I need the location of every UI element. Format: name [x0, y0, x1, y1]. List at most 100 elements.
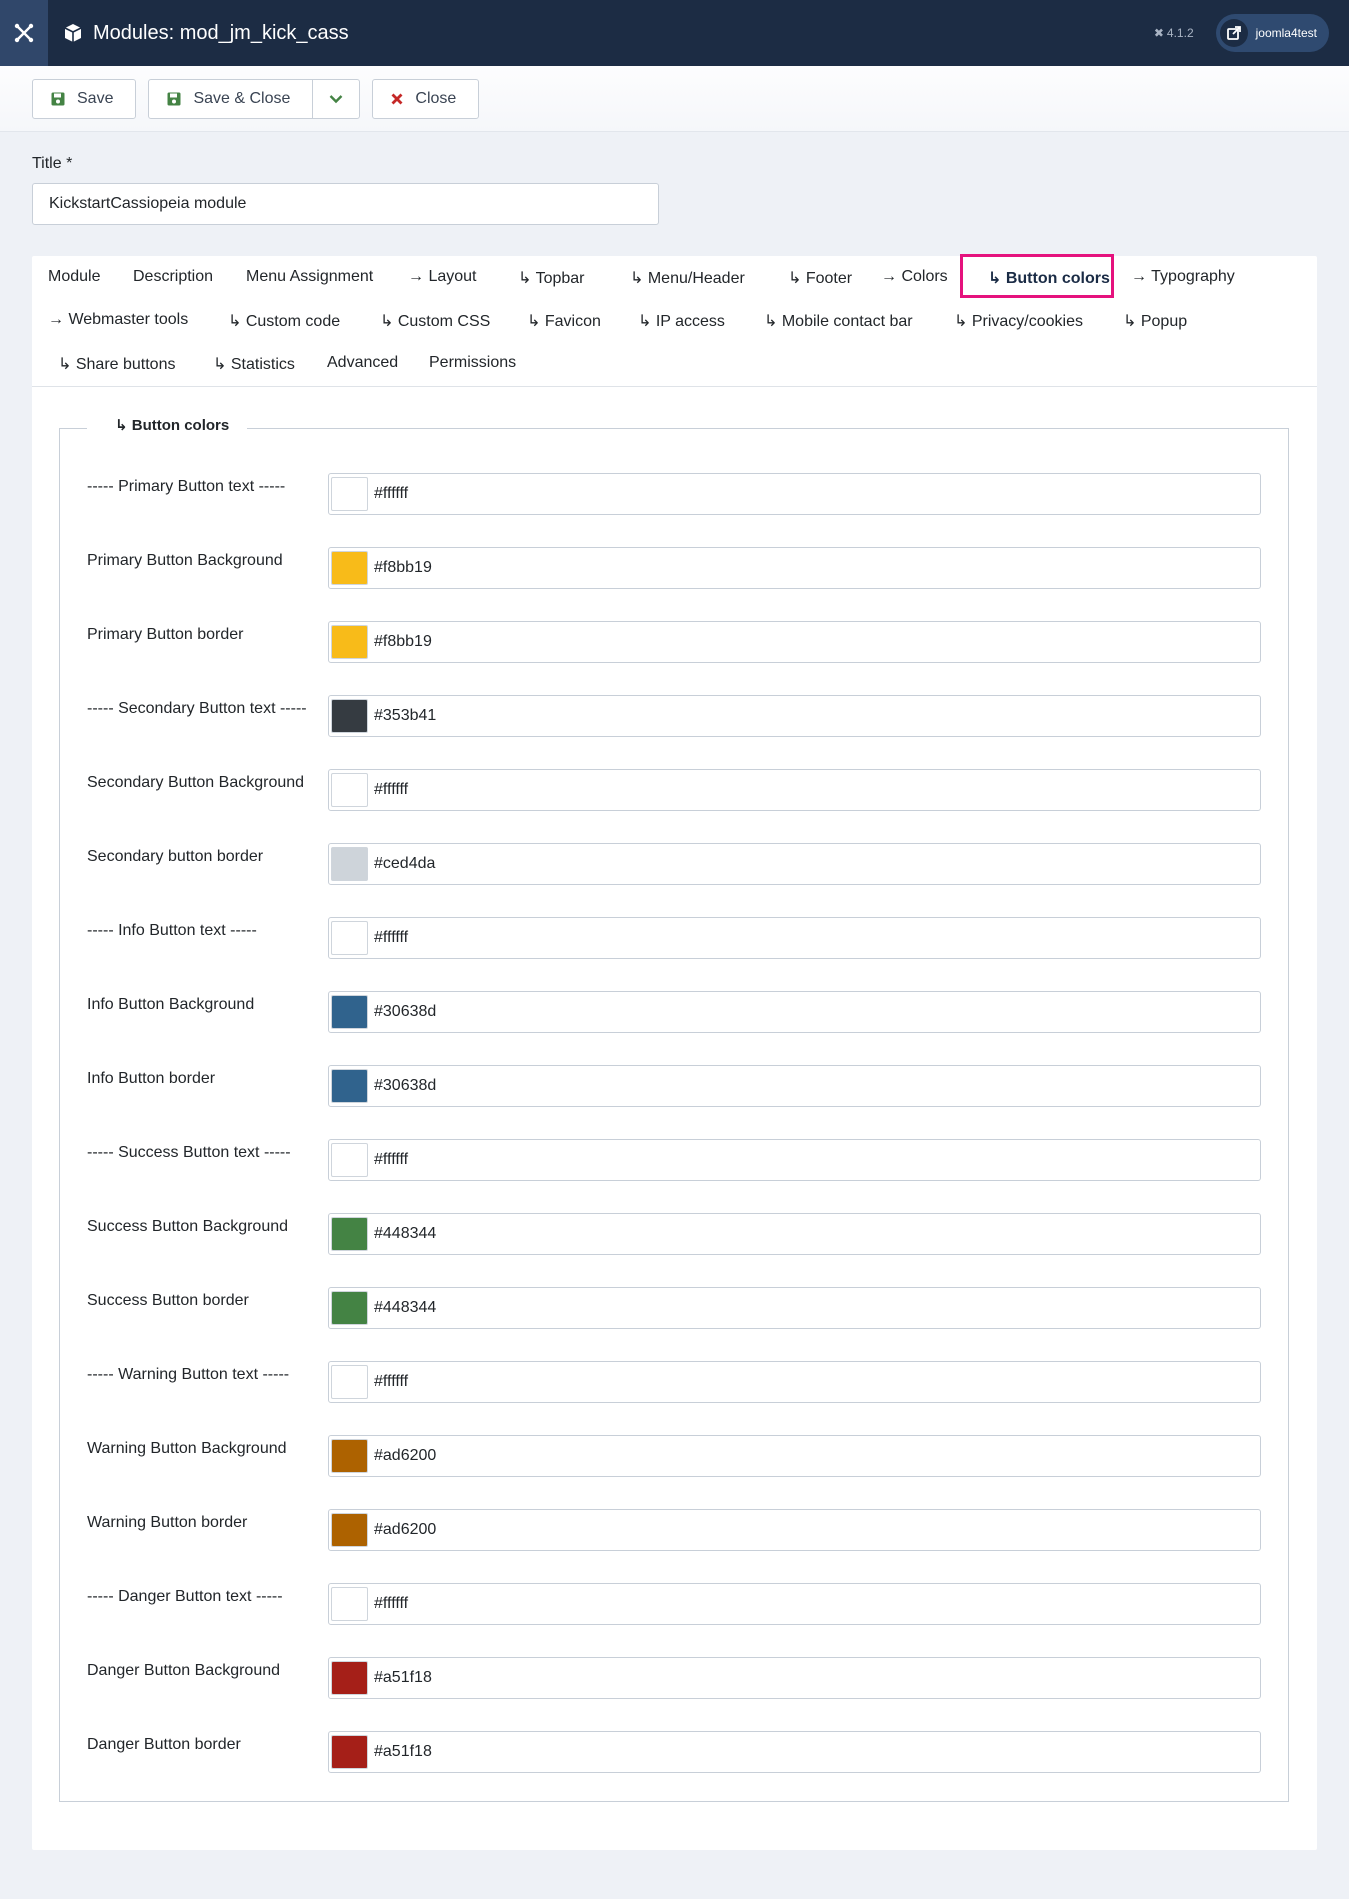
tab-custom-css[interactable]: ↳ Custom CSS [380, 311, 490, 331]
floppy-icon [33, 92, 77, 106]
color-field-row: Success Button Background #448344 [60, 1213, 1290, 1257]
tab-privacy-cookies[interactable]: ↳ Privacy/cookies [954, 311, 1083, 331]
chevron-down-icon[interactable] [313, 80, 359, 118]
color-input[interactable]: #30638d [328, 1065, 1261, 1107]
color-hex-value: #ffffff [374, 1595, 409, 1612]
color-swatch[interactable] [331, 551, 368, 585]
save-button[interactable]: Save [32, 78, 137, 119]
cube-icon [64, 24, 82, 42]
color-field-row: ----- Secondary Button text ----- #353b41 [60, 695, 1290, 739]
color-input[interactable]: #a51f18 [328, 1657, 1261, 1699]
color-field-label: Secondary Button Background [87, 774, 305, 791]
color-hex-value: #ced4da [374, 855, 436, 872]
color-field-row: Warning Button Background #ad6200 [60, 1435, 1290, 1479]
color-swatch[interactable] [331, 1735, 368, 1769]
color-field-row: Info Button Background #30638d [60, 991, 1290, 1035]
title-input[interactable]: KickstartCassiopeia module [32, 183, 659, 225]
color-input[interactable]: #ffffff [328, 1361, 1261, 1403]
color-swatch[interactable] [331, 921, 368, 955]
color-input[interactable]: #a51f18 [328, 1731, 1261, 1773]
color-field-row: Secondary Button Background #ffffff [60, 769, 1290, 813]
color-field-label: Danger Button border [87, 1736, 241, 1753]
color-hex-value: #ffffff [374, 1373, 409, 1390]
color-field-label: Primary Button Background [87, 552, 283, 569]
color-swatch[interactable] [331, 477, 368, 511]
color-input[interactable]: #353b41 [328, 695, 1261, 737]
tab-menu-header[interactable]: ↳ Menu/Header [630, 268, 745, 288]
color-swatch[interactable] [331, 625, 368, 659]
color-swatch[interactable] [331, 699, 368, 733]
color-field-row: Danger Button border #a51f18 [60, 1731, 1290, 1775]
tab-footer[interactable]: ↳ Footer [788, 268, 852, 288]
joomla-small-icon: ✖ [1153, 26, 1164, 40]
color-swatch[interactable] [331, 847, 368, 881]
color-input[interactable]: #ced4da [328, 843, 1261, 885]
joomla-logo-icon[interactable] [0, 0, 48, 66]
color-input[interactable]: #ffffff [328, 1139, 1261, 1181]
tab-menu-assignment[interactable]: Menu Assignment [246, 268, 373, 286]
color-hex-value: #ffffff [374, 485, 409, 502]
tab-layout[interactable]: → Layout [408, 268, 476, 286]
color-swatch[interactable] [331, 1069, 368, 1103]
color-field-label: Info Button border [87, 1070, 216, 1087]
color-input[interactable]: #ffffff [328, 473, 1261, 515]
color-field-row: ----- Info Button text ----- #ffffff [60, 917, 1290, 961]
color-swatch[interactable] [331, 1439, 368, 1473]
color-field-label: ----- Danger Button text ----- [87, 1588, 283, 1605]
color-field-row: Primary Button border #f8bb19 [60, 621, 1290, 665]
color-hex-value: #f8bb19 [374, 559, 432, 576]
tab-statistics[interactable]: ↳ Statistics [213, 354, 295, 374]
color-input[interactable]: #30638d [328, 991, 1261, 1033]
color-swatch[interactable] [331, 1291, 368, 1325]
color-field-label: Warning Button Background [87, 1440, 287, 1457]
color-swatch[interactable] [331, 1365, 368, 1399]
color-swatch[interactable] [331, 1587, 368, 1621]
tab-topbar[interactable]: ↳ Topbar [518, 268, 584, 288]
tab-typography[interactable]: → Typography [1131, 268, 1235, 286]
color-field-row: ----- Primary Button text ----- #ffffff [60, 473, 1290, 517]
page-title-text: Modules: mod_jm_kick_cass [93, 21, 349, 44]
color-input[interactable]: #448344 [328, 1213, 1261, 1255]
color-input[interactable]: #f8bb19 [328, 621, 1261, 663]
tab-permissions[interactable]: Permissions [429, 354, 516, 372]
color-hex-value: #f8bb19 [374, 633, 432, 650]
color-input[interactable]: #ffffff [328, 1583, 1261, 1625]
color-swatch[interactable] [331, 1143, 368, 1177]
color-input[interactable]: #ffffff [328, 769, 1261, 811]
tab-ip-access[interactable]: ↳ IP access [638, 311, 725, 331]
title-label: Title * [32, 155, 73, 172]
user-menu-button[interactable]: joomla4test [1215, 14, 1329, 52]
color-input[interactable]: #ad6200 [328, 1435, 1261, 1477]
color-input[interactable]: #ad6200 [328, 1509, 1261, 1551]
color-swatch[interactable] [331, 1217, 368, 1251]
color-swatch[interactable] [331, 1661, 368, 1695]
tab-advanced[interactable]: Advanced [327, 354, 398, 372]
tab-module[interactable]: Module [48, 268, 100, 286]
external-link-icon [1219, 19, 1248, 47]
tab-button-colors[interactable]: ↳ Button colors [988, 268, 1110, 288]
save-label: Save [77, 89, 114, 107]
color-swatch[interactable] [331, 995, 368, 1029]
color-hex-value: #ffffff [374, 929, 409, 946]
tab-popup[interactable]: ↳ Popup [1123, 311, 1187, 331]
close-label: Close [415, 89, 457, 107]
tab-custom-code[interactable]: ↳ Custom code [228, 311, 340, 331]
color-input[interactable]: #448344 [328, 1287, 1261, 1329]
color-input[interactable]: #f8bb19 [328, 547, 1261, 589]
tab-webmaster-tools[interactable]: → Webmaster tools [48, 311, 188, 329]
color-swatch[interactable] [331, 773, 368, 807]
color-hex-value: #ad6200 [374, 1521, 437, 1538]
module-form-card: Module Description Menu Assignment → Lay… [32, 254, 1317, 1850]
tab-colors[interactable]: → Colors [881, 268, 948, 286]
color-input[interactable]: #ffffff [328, 917, 1261, 959]
tab-description[interactable]: Description [133, 268, 213, 286]
tab-favicon[interactable]: ↳ Favicon [527, 311, 601, 331]
color-hex-value: #a51f18 [374, 1743, 432, 1760]
save-close-button[interactable]: Save & Close [149, 79, 314, 118]
color-swatch[interactable] [331, 1513, 368, 1547]
close-button[interactable]: Close [372, 78, 480, 119]
tab-share-buttons[interactable]: ↳ Share buttons [58, 354, 175, 374]
color-field-row: ----- Danger Button text ----- #ffffff [60, 1583, 1290, 1627]
color-hex-value: #448344 [374, 1225, 437, 1242]
tab-mobile-contact-bar[interactable]: ↳ Mobile contact bar [764, 311, 913, 331]
